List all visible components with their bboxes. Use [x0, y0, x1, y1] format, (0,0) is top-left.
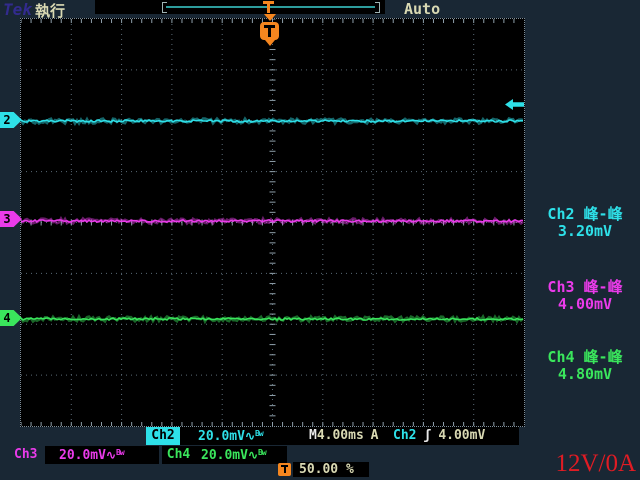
trigger-source: Ch2 — [393, 428, 416, 443]
channel-4-marker: 4 — [0, 310, 22, 326]
bandwidth-limit-icon: Bw — [116, 448, 124, 457]
acquisition-bar — [95, 0, 385, 14]
measurement-value: 4.80mV — [532, 366, 638, 383]
timebase-readout: M4.00ms — [307, 427, 367, 445]
trigger-position-icon — [263, 1, 274, 13]
ch4-readout-tag: Ch4 — [162, 446, 195, 464]
measurement-label: Ch4 峰-峰 — [532, 349, 638, 366]
trigger-point-marker-icon — [259, 14, 280, 48]
trigger-T-icon — [278, 463, 291, 476]
channel-2-marker: 2 — [0, 112, 22, 128]
ch2-scale-readout: 20.0mV∿Bw — [180, 427, 307, 445]
ch3-scale-readout: 20.0mV∿Bw — [45, 446, 159, 464]
waveform-traces — [21, 19, 524, 426]
trigger-mode-readout: A — [363, 427, 386, 445]
ac-coupling-icon: ∿ — [106, 448, 116, 462]
measurement-ch3: Ch3 峰-峰 4.00mV — [532, 279, 638, 313]
rising-edge-icon: ʃ — [423, 428, 431, 443]
horizontal-position-readout: 50.00 % — [293, 462, 369, 477]
oscilloscope-screen: Tek 執行 Auto 2 3 4 Ch2 峰-峰 3.20mV Ch3 峰-峰… — [0, 0, 640, 480]
measurement-label: Ch2 峰-峰 — [532, 206, 638, 223]
measurement-ch4: Ch4 峰-峰 4.80mV — [532, 349, 638, 383]
measurement-value: 3.20mV — [532, 223, 638, 240]
graticule — [20, 18, 525, 427]
measurement-ch2: Ch2 峰-峰 3.20mV — [532, 206, 638, 240]
trigger-level: 4.00mV — [438, 428, 485, 443]
psu-overlay-label: 12V/0A — [540, 450, 636, 478]
record-view-right-bracket — [375, 2, 380, 13]
bandwidth-limit-icon: Bw — [258, 448, 266, 457]
acquisition-mode: Auto — [404, 0, 440, 18]
ac-coupling-icon: ∿ — [248, 448, 258, 462]
bandwidth-limit-icon: Bw — [255, 429, 263, 438]
ch4-scale-readout: 20.0mV∿Bw — [195, 446, 287, 464]
ch3-readout-tag: Ch3 — [14, 446, 44, 464]
channel-3-marker: 3 — [0, 211, 22, 227]
measurement-label: Ch3 峰-峰 — [532, 279, 638, 296]
tek-logo: Tek — [3, 0, 32, 19]
ac-coupling-icon: ∿ — [245, 429, 255, 443]
measurement-value: 4.00mV — [532, 296, 638, 313]
trigger-readout: Ch2 ʃ 4.00mV — [386, 427, 519, 445]
ch2-readout-tag: Ch2 — [146, 427, 180, 445]
